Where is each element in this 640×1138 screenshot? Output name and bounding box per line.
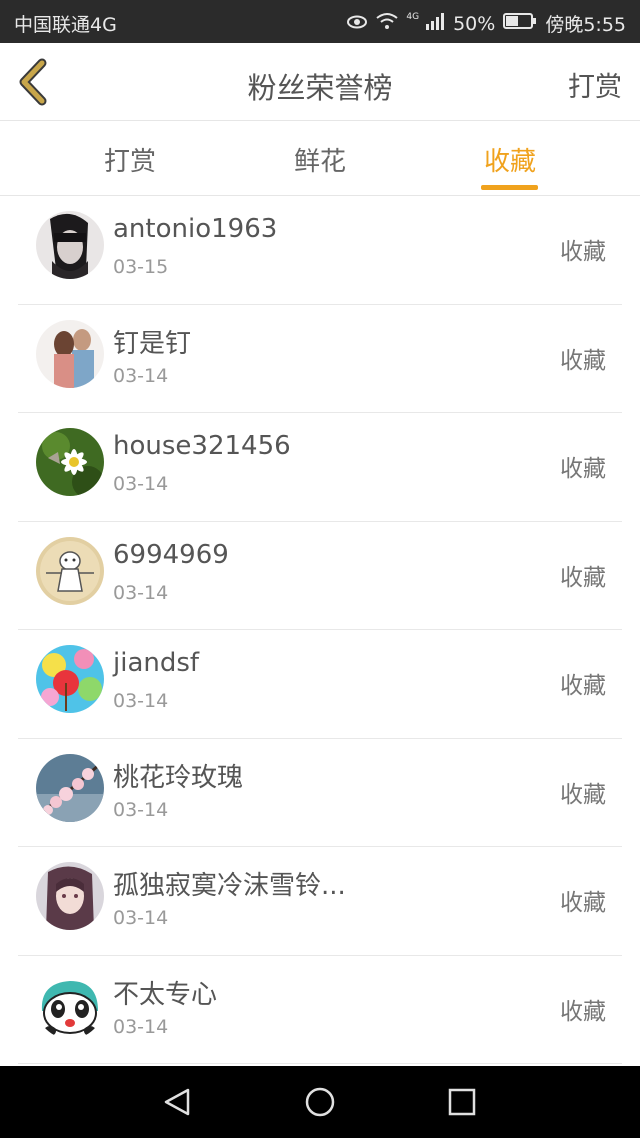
tab-flowers[interactable]: 鲜花 (270, 141, 370, 178)
list-item[interactable]: house321456 03-14 收藏 (18, 413, 622, 522)
list-item[interactable]: 孤独寂寞冷沫雪铃... 03-14 收藏 (18, 847, 622, 956)
user-name: 不太专心 (113, 979, 218, 1010)
avatar[interactable] (36, 970, 104, 1039)
system-back-button[interactable] (162, 1086, 194, 1118)
carrier-label: 中国联通4G (14, 14, 117, 36)
wifi-icon (376, 12, 398, 35)
circle-home-icon (305, 1087, 335, 1117)
status-bar: 中国联通4G 4G 50% 傍晚5:55 (0, 0, 640, 43)
item-type-label: 收藏 (560, 673, 606, 699)
avatar[interactable] (36, 862, 104, 930)
item-date: 03-14 (113, 473, 169, 495)
signal-icon: 4G (406, 12, 445, 35)
list-item[interactable]: 钉是钉 03-14 收藏 (18, 305, 622, 413)
user-name: antonio1963 (113, 214, 278, 244)
item-date: 03-14 (113, 1015, 169, 1038)
item-type-label: 收藏 (560, 998, 606, 1025)
tab-bar: 打赏 鲜花 收藏 (0, 121, 640, 196)
tab-reward[interactable]: 打赏 (80, 141, 180, 178)
user-name: 6994969 (113, 539, 229, 570)
network-badge: 4G (406, 12, 420, 22)
triangle-back-icon (164, 1088, 190, 1116)
avatar[interactable] (36, 428, 104, 496)
list-item[interactable]: jiandsf 03-14 收藏 (18, 630, 622, 739)
item-date: 03-14 (113, 798, 169, 821)
avatar[interactable] (36, 753, 104, 822)
user-name: 钉是钉 (113, 328, 192, 359)
item-type-label: 收藏 (560, 239, 606, 265)
item-date: 03-14 (113, 907, 169, 929)
tab-favorites[interactable]: 收藏 (460, 141, 560, 178)
user-name: jiandsf (113, 648, 200, 678)
item-type-label: 收藏 (560, 890, 606, 916)
fan-list: antonio1963 03-15 收藏 钉是钉 03-14 收藏 house3… (0, 196, 640, 1064)
status-icons: 4G 50% 傍晚5:55 (346, 10, 626, 37)
user-name: house321456 (113, 431, 291, 461)
eye-icon (346, 13, 368, 35)
reward-button[interactable]: 打赏 (568, 65, 622, 104)
item-type-label: 收藏 (560, 456, 606, 482)
user-name: 孤独寂寞冷沫雪铃... (113, 871, 346, 901)
list-item[interactable]: 桃花玲玫瑰 03-14 收藏 (18, 739, 622, 847)
avatar[interactable] (36, 645, 104, 713)
item-type-label: 收藏 (560, 347, 606, 374)
square-recents-icon (448, 1088, 476, 1116)
avatar[interactable] (36, 211, 104, 279)
avatar[interactable] (36, 536, 104, 605)
system-nav-bar (0, 1066, 640, 1138)
item-date: 03-14 (113, 364, 169, 387)
recents-button[interactable] (446, 1086, 478, 1118)
list-item[interactable]: 不太专心 03-14 收藏 (18, 956, 622, 1064)
battery-percent: 50% (453, 12, 496, 35)
active-tab-indicator (481, 185, 538, 190)
item-date: 03-14 (113, 581, 169, 604)
page-title: 粉丝荣誉榜 (247, 71, 393, 105)
item-date: 03-14 (113, 690, 169, 712)
item-type-label: 收藏 (560, 564, 606, 591)
avatar[interactable] (36, 319, 104, 388)
clock: 傍晚5:55 (545, 14, 626, 36)
header-bar: 粉丝荣誉榜 打赏 (0, 43, 640, 121)
list-item[interactable]: antonio1963 03-15 收藏 (18, 196, 622, 305)
list-item[interactable]: 6994969 03-14 收藏 (18, 522, 622, 630)
battery-icon (503, 12, 537, 35)
home-button[interactable] (304, 1086, 336, 1118)
item-date: 03-15 (113, 256, 169, 278)
item-type-label: 收藏 (560, 781, 606, 808)
user-name: 桃花玲玫瑰 (113, 762, 244, 793)
